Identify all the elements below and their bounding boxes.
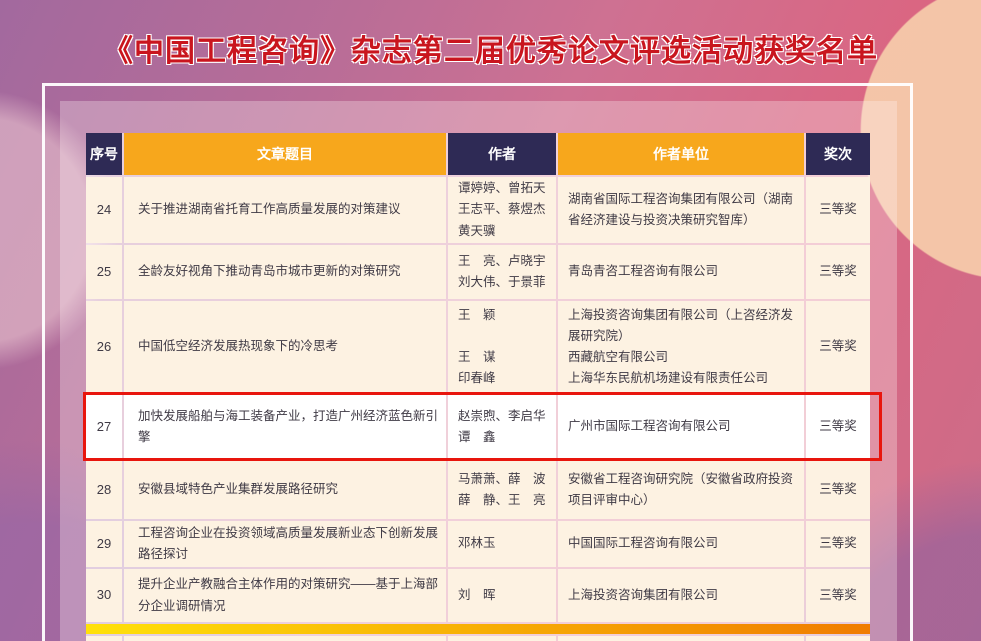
org-cell: [558, 636, 804, 641]
org-line: 上海华东民航机场建设有限责任公司: [568, 368, 798, 389]
col-header-award: 奖次: [806, 133, 870, 175]
row-number: 30: [86, 569, 122, 622]
author-line: 马萧萧、薛 波: [458, 469, 552, 490]
org-cell: 中国国际工程咨询有限公司: [558, 521, 804, 567]
page-title: 《中国工程咨询》杂志第二届优秀论文评选活动获奖名单: [0, 26, 981, 70]
authors-cell: 王 颖 王 谋 印春峰: [448, 301, 556, 393]
col-header-no: 序号: [86, 133, 122, 175]
award-cell: 三等奖: [806, 395, 870, 459]
org-cell: 上海投资咨询集团有限公司（上咨经济发展研究院） 西藏航空有限公司 上海华东民航机…: [558, 301, 804, 393]
org-cell: 青岛青咨工程咨询有限公司: [558, 245, 804, 299]
awards-table: 序号 文章题目 作者 作者单位 奖次 24 关于推进湖南省托育工作高质量发展的对…: [86, 133, 870, 641]
authors-cell: 刘 晖: [448, 569, 556, 622]
article-title: 工程咨询企业在投资领域高质量发展新业态下创新发展路径探讨: [124, 521, 446, 567]
org-line: 湖南省国际工程咨询集团有限公司（湖南省经济建设与投资决策研究智库）: [568, 189, 798, 232]
col-header-authors: 作者: [448, 133, 556, 175]
author-line: 黄天骥: [458, 221, 552, 242]
org-cell: 湖南省国际工程咨询集团有限公司（湖南省经济建设与投资决策研究智库）: [558, 177, 804, 243]
col-header-title: 文章题目: [124, 133, 446, 175]
org-line: 安徽省工程咨询研究院（安徽省政府投资项目评审中心）: [568, 469, 798, 512]
authors-cell: [448, 636, 556, 641]
award-cell: 三等奖: [806, 301, 870, 393]
author-line: 邓林玉: [458, 533, 552, 554]
org-line: 中国国际工程咨询有限公司: [568, 533, 798, 554]
author-line: 谭婷婷、曾拓天: [458, 178, 552, 199]
award-cell: 三等奖: [806, 461, 870, 519]
row-number: 27: [86, 395, 122, 459]
org-line: 上海投资咨询集团有限公司: [568, 585, 798, 606]
row-number: [86, 636, 122, 641]
org-line: 青岛青咨工程咨询有限公司: [568, 261, 798, 282]
article-title: [124, 636, 446, 641]
org-cell: 上海投资咨询集团有限公司: [558, 569, 804, 622]
org-cell: 安徽省工程咨询研究院（安徽省政府投资项目评审中心）: [558, 461, 804, 519]
award-cell: 三等奖: [806, 521, 870, 567]
author-line: 王 颖: [458, 305, 552, 326]
award-cell: [806, 636, 870, 641]
row-number: 29: [86, 521, 122, 567]
author-line: 印春峰: [458, 368, 552, 389]
award-cell: 三等奖: [806, 569, 870, 622]
page-background: 《中国工程咨询》杂志第二届优秀论文评选活动获奖名单 序号 文章题目 作者 作者单…: [0, 0, 981, 641]
col-header-org: 作者单位: [558, 133, 804, 175]
author-line: 刘 晖: [458, 585, 552, 606]
article-title: 安徽县域特色产业集群发展路径研究: [124, 461, 446, 519]
article-title: 全龄友好视角下推动青岛市城市更新的对策研究: [124, 245, 446, 299]
award-cell: 三等奖: [806, 245, 870, 299]
author-line: 王 亮、卢晓宇: [458, 251, 552, 272]
author-line: 赵崇煦、李启华: [458, 406, 552, 427]
org-line: 上海投资咨询集团有限公司（上咨经济发展研究院）: [568, 305, 798, 348]
author-line: 刘大伟、于景菲: [458, 272, 552, 293]
article-title: 提升企业产教融合主体作用的对策研究——基于上海部分企业调研情况: [124, 569, 446, 622]
divider-bar: [86, 624, 870, 634]
author-line: 王志平、蔡煜杰: [458, 199, 552, 220]
authors-cell: 马萧萧、薛 波 薛 静、王 亮: [448, 461, 556, 519]
authors-cell: 赵崇煦、李启华 谭 鑫: [448, 395, 556, 459]
org-line: 广州市国际工程咨询有限公司: [568, 416, 798, 437]
author-line: 王 谋: [458, 347, 552, 368]
award-cell: 三等奖: [806, 177, 870, 243]
authors-cell: 谭婷婷、曾拓天 王志平、蔡煜杰 黄天骥: [448, 177, 556, 243]
article-title: 中国低空经济发展热现象下的冷思考: [124, 301, 446, 393]
article-title: 加快发展船舶与海工装备产业，打造广州经济蓝色新引擎: [124, 395, 446, 459]
row-number: 26: [86, 301, 122, 393]
row-number: 25: [86, 245, 122, 299]
author-line: 薛 静、王 亮: [458, 490, 552, 511]
authors-cell: 王 亮、卢晓宇 刘大伟、于景菲: [448, 245, 556, 299]
org-line: 西藏航空有限公司: [568, 347, 798, 368]
row-number: 24: [86, 177, 122, 243]
author-line: 谭 鑫: [458, 427, 552, 448]
article-title: 关于推进湖南省托育工作高质量发展的对策建议: [124, 177, 446, 243]
org-cell: 广州市国际工程咨询有限公司: [558, 395, 804, 459]
row-number: 28: [86, 461, 122, 519]
authors-cell: 邓林玉: [448, 521, 556, 567]
